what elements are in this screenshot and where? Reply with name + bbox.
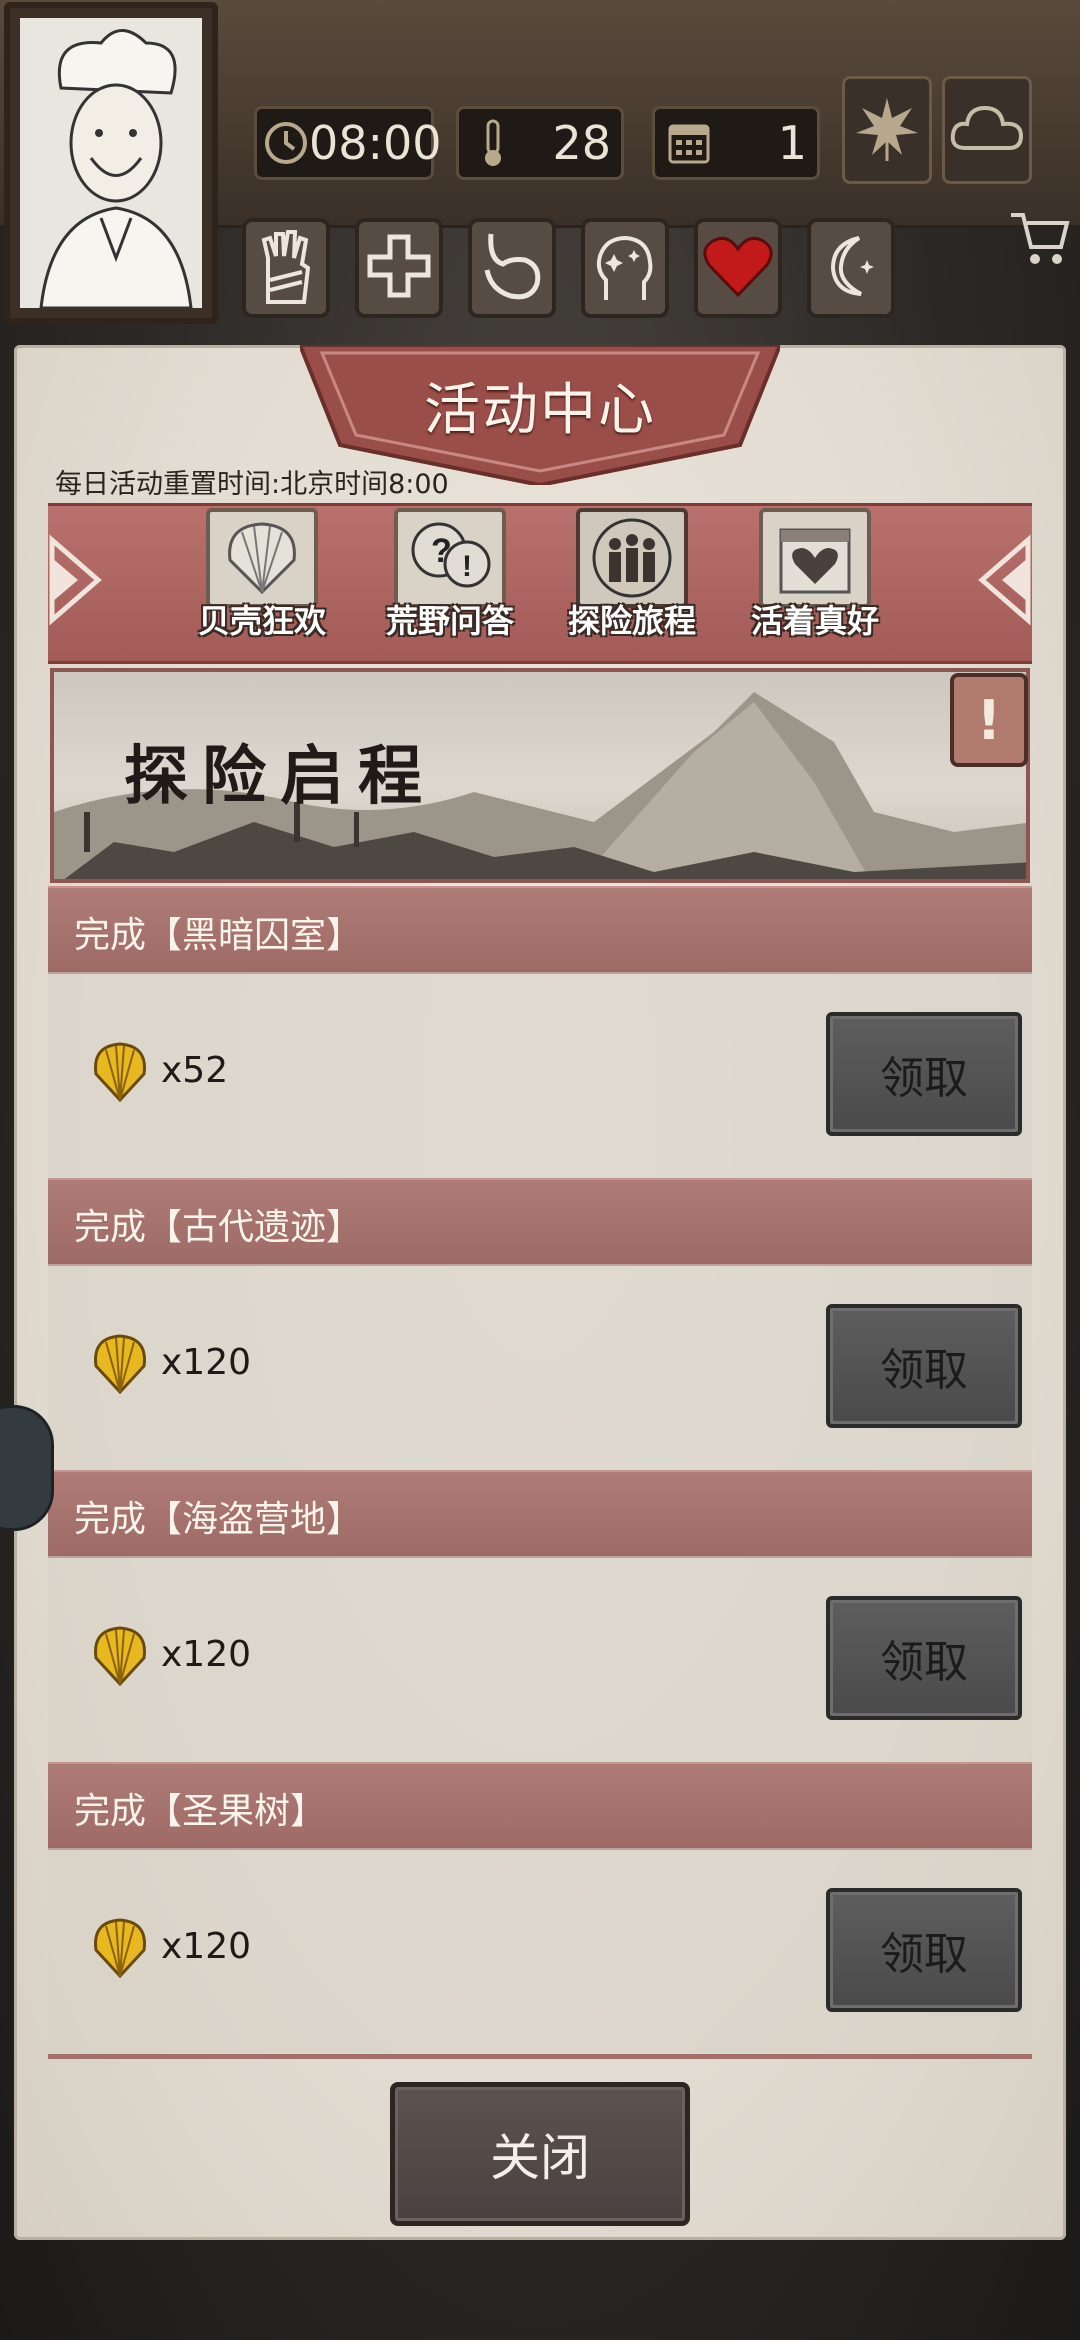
reset-time-note: 每日活动重置时间:北京时间8:00 (55, 469, 449, 500)
tab-alive-good[interactable]: 活着真好 (735, 508, 895, 658)
temperature-value: 28 (552, 116, 611, 170)
shell-icon (206, 508, 318, 608)
skill-sleep-button[interactable] (807, 218, 895, 318)
claim-button[interactable]: 领取 (826, 1596, 1022, 1720)
time-display: 08:00 (254, 106, 442, 180)
task-label: 完成【黑暗囚室】 (74, 915, 363, 956)
question-bubbles-icon: ?! (394, 508, 506, 608)
tab-expedition-journey[interactable]: 探险旅程 (552, 508, 712, 658)
close-button[interactable]: 关闭 (390, 2082, 690, 2226)
floating-assistant-button[interactable] (0, 1405, 54, 1531)
explorers-icon (576, 508, 688, 608)
cart-icon (1009, 209, 1071, 271)
tab-wilderness-quiz[interactable]: ?! 荒野问答 (370, 508, 530, 658)
task-reward-row: x120 领取 (48, 1556, 1032, 1762)
tab-label: 荒野问答 (385, 602, 514, 640)
clock-icon (263, 115, 309, 171)
claim-button[interactable]: 领取 (826, 1304, 1022, 1428)
shop-cart-button[interactable] (1005, 205, 1075, 275)
banner-title: 探险启程 (124, 739, 436, 814)
claim-button[interactable]: 领取 (826, 1888, 1022, 2012)
day-display: 1 (652, 106, 820, 180)
thermometer-icon (465, 115, 521, 171)
day-value: 1 (777, 116, 807, 170)
svg-text:!: ! (462, 550, 472, 583)
cloud-icon (949, 100, 1025, 160)
task-header-holy-fruit-tree: 完成【圣果树】 (48, 1762, 1032, 1850)
leaf-icon (852, 93, 922, 167)
time-value: 08:00 (309, 116, 442, 170)
info-button[interactable]: ! (950, 673, 1028, 767)
gold-shell-icon (94, 1334, 146, 1394)
gold-shell-icon (94, 1042, 146, 1102)
tab-label: 贝壳狂欢 (197, 602, 326, 640)
task-reward-row: x120 领取 (48, 1264, 1032, 1470)
task-label: 完成【海盗营地】 (74, 1499, 363, 1540)
task-reward-row: x120 领取 (48, 1848, 1032, 2054)
heart-icon (703, 235, 773, 301)
weather-button[interactable] (942, 76, 1032, 184)
bandaged-hand-icon (256, 228, 316, 308)
tab-label: 探险旅程 (567, 602, 696, 640)
svg-text:?: ? (431, 532, 452, 570)
skill-hunger-button[interactable] (468, 218, 556, 318)
season-button[interactable] (842, 76, 932, 184)
moon-icon (819, 234, 883, 302)
cross-icon (366, 233, 432, 303)
expedition-banner: 探险启程 (50, 668, 1030, 883)
reward-amount: x120 (161, 1634, 252, 1675)
skill-health-button[interactable] (355, 218, 443, 318)
tab-next-arrow[interactable] (972, 510, 1032, 650)
tab-label: 活着真好 (750, 602, 879, 640)
task-header-dark-cell: 完成【黑暗囚室】 (48, 886, 1032, 974)
claim-button[interactable]: 领取 (826, 1012, 1022, 1136)
reward-amount: x52 (161, 1050, 229, 1091)
head-icon (592, 230, 658, 306)
heart-calendar-icon (759, 508, 871, 608)
tab-shell-carnival[interactable]: 贝壳狂欢 (182, 508, 342, 658)
character-portrait[interactable] (4, 2, 218, 324)
task-label: 完成【圣果树】 (74, 1791, 327, 1832)
task-label: 完成【古代遗迹】 (74, 1207, 363, 1248)
reward-amount: x120 (161, 1342, 252, 1383)
temperature-display: 28 (456, 106, 624, 180)
skill-heart-button[interactable] (694, 218, 782, 318)
skill-mind-button[interactable] (581, 218, 669, 318)
list-bottom-divider (48, 2054, 1032, 2059)
reward-amount: x120 (161, 1926, 252, 1967)
task-header-ancient-ruins: 完成【古代遗迹】 (48, 1178, 1032, 1266)
task-reward-row: x52 领取 (48, 972, 1032, 1178)
tab-prev-arrow[interactable] (48, 510, 108, 650)
stomach-icon (481, 230, 543, 306)
skill-hand-button[interactable] (242, 218, 330, 318)
gold-shell-icon (94, 1626, 146, 1686)
panel-title: 活动中心 (424, 378, 656, 443)
calendar-icon (661, 115, 717, 171)
task-header-pirate-camp: 完成【海盗营地】 (48, 1470, 1032, 1558)
chef-avatar (20, 18, 202, 308)
gold-shell-icon (94, 1918, 146, 1978)
